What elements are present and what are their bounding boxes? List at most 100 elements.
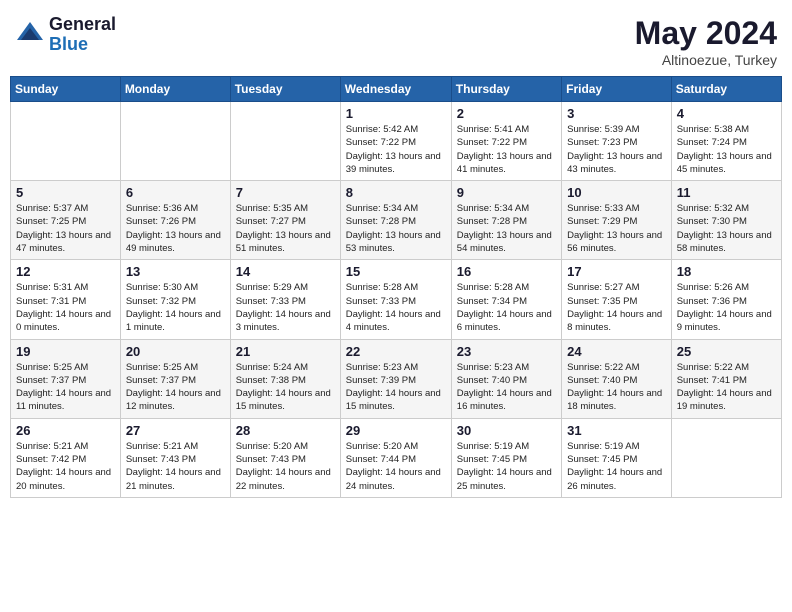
week-row-1: 1 Sunrise: 5:42 AM Sunset: 7:22 PM Daylig… (11, 102, 782, 181)
page-header: General Blue May 2024 Altinoezue, Turkey (10, 10, 782, 68)
day-number: 16 (457, 264, 556, 279)
day-number: 18 (677, 264, 776, 279)
cell-content: Sunrise: 5:23 AM Sunset: 7:40 PM Dayligh… (457, 361, 556, 414)
calendar-cell: 30Sunrise: 5:19 AM Sunset: 7:45 PM Dayli… (451, 418, 561, 497)
calendar-cell (671, 418, 781, 497)
calendar-cell: 14 Sunrise: 5:29 AM Sunset: 7:33 PM Dayli… (230, 260, 340, 339)
weekday-header-thursday: Thursday (451, 77, 561, 102)
calendar-table: SundayMondayTuesdayWednesdayThursdayFrid… (10, 76, 782, 498)
calendar-cell: 28Sunrise: 5:20 AM Sunset: 7:43 PM Dayli… (230, 418, 340, 497)
calendar-cell: 9 Sunrise: 5:34 AM Sunset: 7:28 PM Daylig… (451, 181, 561, 260)
calendar-cell: 23 Sunrise: 5:23 AM Sunset: 7:40 PM Dayli… (451, 339, 561, 418)
day-number: 7 (236, 185, 335, 200)
calendar-cell: 8 Sunrise: 5:34 AM Sunset: 7:28 PM Daylig… (340, 181, 451, 260)
cell-content: Sunrise: 5:19 AM Sunset: 7:45 PM Dayligh… (567, 440, 666, 493)
day-number: 21 (236, 344, 335, 359)
logo-blue-text: Blue (49, 35, 116, 55)
calendar-cell: 21 Sunrise: 5:24 AM Sunset: 7:38 PM Dayli… (230, 339, 340, 418)
cell-content: Sunrise: 5:29 AM Sunset: 7:33 PM Dayligh… (236, 281, 335, 334)
day-number: 1 (346, 106, 446, 121)
cell-content: Sunrise: 5:22 AM Sunset: 7:41 PM Dayligh… (677, 361, 776, 414)
month-year: May 2024 (635, 15, 777, 52)
cell-content: Sunrise: 5:22 AM Sunset: 7:40 PM Dayligh… (567, 361, 666, 414)
calendar-cell: 31 Sunrise: 5:19 AM Sunset: 7:45 PM Dayli… (562, 418, 672, 497)
calendar-cell: 10 Sunrise: 5:33 AM Sunset: 7:29 PM Dayli… (562, 181, 672, 260)
day-number: 23 (457, 344, 556, 359)
day-number: 9 (457, 185, 556, 200)
cell-content: Sunrise: 5:19 AM Sunset: 7:45 PM Dayligh… (457, 440, 556, 493)
cell-content: Sunrise: 5:23 AM Sunset: 7:39 PM Dayligh… (346, 361, 446, 414)
calendar-cell: 19Sunrise: 5:25 AM Sunset: 7:37 PM Dayli… (11, 339, 121, 418)
logo-general-text: General (49, 15, 116, 35)
cell-content: Sunrise: 5:39 AM Sunset: 7:23 PM Dayligh… (567, 123, 666, 176)
cell-content: Sunrise: 5:35 AM Sunset: 7:27 PM Dayligh… (236, 202, 335, 255)
calendar-cell (230, 102, 340, 181)
day-number: 6 (126, 185, 225, 200)
weekday-header-sunday: Sunday (11, 77, 121, 102)
day-number: 15 (346, 264, 446, 279)
day-number: 4 (677, 106, 776, 121)
cell-content: Sunrise: 5:33 AM Sunset: 7:29 PM Dayligh… (567, 202, 666, 255)
cell-content: Sunrise: 5:36 AM Sunset: 7:26 PM Dayligh… (126, 202, 225, 255)
cell-content: Sunrise: 5:24 AM Sunset: 7:38 PM Dayligh… (236, 361, 335, 414)
cell-content: Sunrise: 5:21 AM Sunset: 7:42 PM Dayligh… (16, 440, 115, 493)
day-number: 10 (567, 185, 666, 200)
weekday-header-tuesday: Tuesday (230, 77, 340, 102)
calendar-cell: 25 Sunrise: 5:22 AM Sunset: 7:41 PM Dayli… (671, 339, 781, 418)
day-number: 20 (126, 344, 225, 359)
cell-content: Sunrise: 5:30 AM Sunset: 7:32 PM Dayligh… (126, 281, 225, 334)
calendar-cell: 17Sunrise: 5:27 AM Sunset: 7:35 PM Dayli… (562, 260, 672, 339)
week-row-5: 26Sunrise: 5:21 AM Sunset: 7:42 PM Dayli… (11, 418, 782, 497)
calendar-cell: 3 Sunrise: 5:39 AM Sunset: 7:23 PM Daylig… (562, 102, 672, 181)
cell-content: Sunrise: 5:28 AM Sunset: 7:34 PM Dayligh… (457, 281, 556, 334)
day-number: 22 (346, 344, 446, 359)
logo: General Blue (15, 15, 116, 55)
day-number: 25 (677, 344, 776, 359)
location: Altinoezue, Turkey (635, 52, 777, 68)
day-number: 2 (457, 106, 556, 121)
weekday-header-row: SundayMondayTuesdayWednesdayThursdayFrid… (11, 77, 782, 102)
weekday-header-saturday: Saturday (671, 77, 781, 102)
week-row-3: 12 Sunrise: 5:31 AM Sunset: 7:31 PM Dayli… (11, 260, 782, 339)
day-number: 8 (346, 185, 446, 200)
cell-content: Sunrise: 5:31 AM Sunset: 7:31 PM Dayligh… (16, 281, 115, 334)
day-number: 11 (677, 185, 776, 200)
cell-content: Sunrise: 5:28 AM Sunset: 7:33 PM Dayligh… (346, 281, 446, 334)
cell-content: Sunrise: 5:42 AM Sunset: 7:22 PM Dayligh… (346, 123, 446, 176)
calendar-cell: 26Sunrise: 5:21 AM Sunset: 7:42 PM Dayli… (11, 418, 121, 497)
calendar-cell: 5Sunrise: 5:37 AM Sunset: 7:25 PM Daylig… (11, 181, 121, 260)
day-number: 3 (567, 106, 666, 121)
day-number: 24 (567, 344, 666, 359)
calendar-cell: 1 Sunrise: 5:42 AM Sunset: 7:22 PM Daylig… (340, 102, 451, 181)
calendar-cell: 27Sunrise: 5:21 AM Sunset: 7:43 PM Dayli… (120, 418, 230, 497)
cell-content: Sunrise: 5:34 AM Sunset: 7:28 PM Dayligh… (457, 202, 556, 255)
calendar-cell: 12 Sunrise: 5:31 AM Sunset: 7:31 PM Dayli… (11, 260, 121, 339)
title-block: May 2024 Altinoezue, Turkey (635, 15, 777, 68)
cell-content: Sunrise: 5:32 AM Sunset: 7:30 PM Dayligh… (677, 202, 776, 255)
day-number: 31 (567, 423, 666, 438)
cell-content: Sunrise: 5:25 AM Sunset: 7:37 PM Dayligh… (16, 361, 115, 414)
calendar-cell: 22 Sunrise: 5:23 AM Sunset: 7:39 PM Dayli… (340, 339, 451, 418)
calendar-cell: 4 Sunrise: 5:38 AM Sunset: 7:24 PM Daylig… (671, 102, 781, 181)
cell-content: Sunrise: 5:21 AM Sunset: 7:43 PM Dayligh… (126, 440, 225, 493)
calendar-cell: 16 Sunrise: 5:28 AM Sunset: 7:34 PM Dayli… (451, 260, 561, 339)
calendar-cell (11, 102, 121, 181)
cell-content: Sunrise: 5:34 AM Sunset: 7:28 PM Dayligh… (346, 202, 446, 255)
calendar-cell: 11 Sunrise: 5:32 AM Sunset: 7:30 PM Dayli… (671, 181, 781, 260)
cell-content: Sunrise: 5:20 AM Sunset: 7:43 PM Dayligh… (236, 440, 335, 493)
cell-content: Sunrise: 5:38 AM Sunset: 7:24 PM Dayligh… (677, 123, 776, 176)
day-number: 17 (567, 264, 666, 279)
day-number: 14 (236, 264, 335, 279)
day-number: 13 (126, 264, 225, 279)
weekday-header-monday: Monday (120, 77, 230, 102)
day-number: 12 (16, 264, 115, 279)
cell-content: Sunrise: 5:25 AM Sunset: 7:37 PM Dayligh… (126, 361, 225, 414)
calendar-cell: 13 Sunrise: 5:30 AM Sunset: 7:32 PM Dayli… (120, 260, 230, 339)
week-row-4: 19Sunrise: 5:25 AM Sunset: 7:37 PM Dayli… (11, 339, 782, 418)
calendar-cell: 2Sunrise: 5:41 AM Sunset: 7:22 PM Daylig… (451, 102, 561, 181)
weekday-header-wednesday: Wednesday (340, 77, 451, 102)
calendar-cell: 24 Sunrise: 5:22 AM Sunset: 7:40 PM Dayli… (562, 339, 672, 418)
logo-icon (15, 20, 45, 50)
calendar-cell: 7 Sunrise: 5:35 AM Sunset: 7:27 PM Daylig… (230, 181, 340, 260)
calendar-cell: 20 Sunrise: 5:25 AM Sunset: 7:37 PM Dayli… (120, 339, 230, 418)
